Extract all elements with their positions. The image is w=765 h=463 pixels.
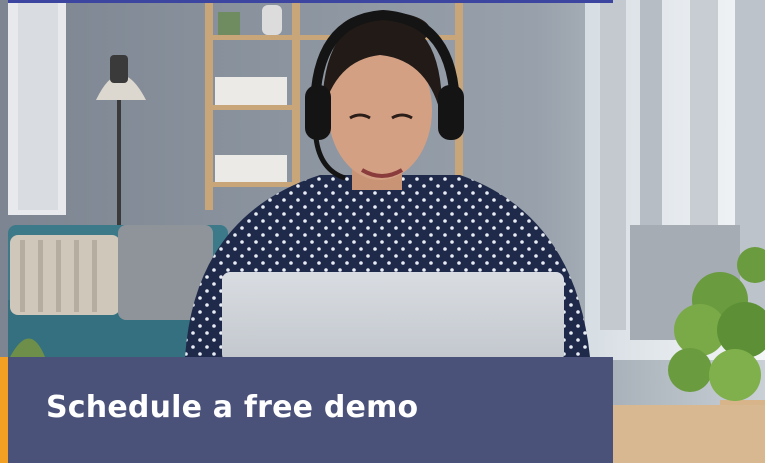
promo-card[interactable]: Schedule a free demo: [0, 0, 765, 463]
top-accent-bar: [8, 0, 613, 3]
banner-accent-stripe: [0, 357, 8, 463]
banner-title[interactable]: Schedule a free demo: [46, 390, 418, 425]
schedule-demo-banner[interactable]: Schedule a free demo: [8, 357, 613, 463]
